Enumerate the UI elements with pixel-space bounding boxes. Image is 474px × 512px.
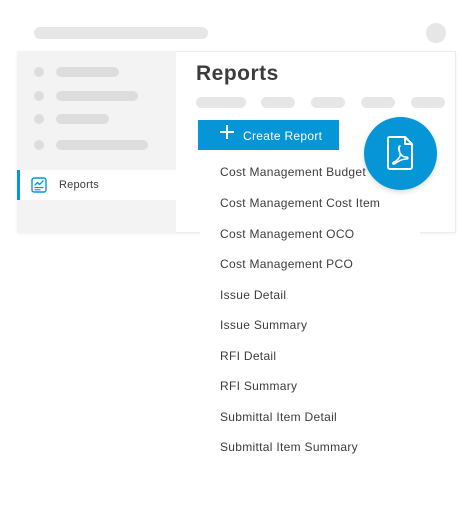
menu-item[interactable]: Cost Management Budget <box>220 165 366 179</box>
tab-placeholder[interactable] <box>411 97 445 108</box>
report-chart-icon <box>31 177 47 193</box>
tab-placeholder[interactable] <box>361 97 395 108</box>
plus-icon <box>220 125 234 139</box>
sidebar-placeholder-item[interactable] <box>56 140 148 150</box>
sidebar-item-label: Reports <box>59 179 99 191</box>
tab-placeholder[interactable] <box>196 97 246 108</box>
sidebar-placeholder-dot <box>34 67 44 77</box>
sidebar-placeholder-dot <box>34 114 44 124</box>
menu-item[interactable]: Cost Management PCO <box>220 257 353 271</box>
menu-item[interactable]: Cost Management Cost Item <box>220 196 380 210</box>
menu-item[interactable]: Submittal Item Detail <box>220 410 337 424</box>
pdf-document-icon <box>386 136 413 170</box>
create-report-label: Create Report <box>243 129 323 143</box>
sidebar-placeholder-item[interactable] <box>56 67 119 77</box>
menu-item[interactable]: Issue Detail <box>220 288 286 302</box>
menu-item[interactable]: Issue Summary <box>220 318 307 332</box>
sidebar-placeholder-item[interactable] <box>56 114 109 124</box>
page-title: Reports <box>196 62 279 85</box>
sidebar-placeholder-item[interactable] <box>56 91 138 101</box>
menu-item[interactable]: Submittal Item Summary <box>220 440 358 454</box>
sidebar-active-indicator <box>17 170 20 200</box>
header-placeholder <box>34 27 208 39</box>
menu-item[interactable]: RFI Detail <box>220 349 276 363</box>
avatar[interactable] <box>426 23 446 43</box>
sidebar-placeholder-dot <box>34 140 44 150</box>
create-report-button[interactable]: Create Report <box>198 120 339 150</box>
tab-placeholder[interactable] <box>261 97 295 108</box>
menu-item[interactable]: Cost Management OCO <box>220 227 354 241</box>
tab-placeholder[interactable] <box>311 97 345 108</box>
menu-item[interactable]: RFI Summary <box>220 379 297 393</box>
sidebar-placeholder-dot <box>34 91 44 101</box>
